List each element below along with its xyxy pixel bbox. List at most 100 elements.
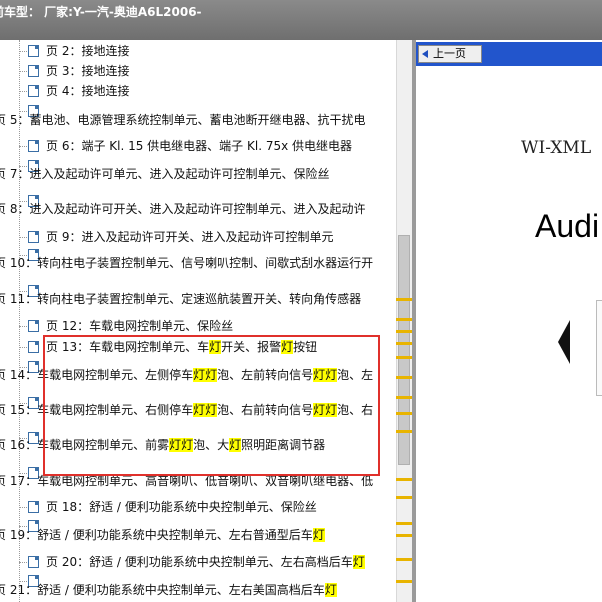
search-hit-marker (396, 318, 412, 321)
document-header: WI-XML (521, 138, 592, 158)
search-hit-marker (396, 496, 412, 499)
document-pane (416, 40, 602, 602)
tree-item[interactable]: 页 21：舒适 / 便利功能系统中央控制单元、左右美国高档后车灯 (0, 580, 337, 600)
search-hit-marker (396, 412, 412, 415)
tree-item[interactable]: 页 16：车载电网控制单元、前雾灯灯泡、大灯照明距离调节器 (0, 435, 325, 455)
tree-item-text: 页 21：舒适 / 便利功能系统中央控制单元、左右美国高档后车 (0, 583, 325, 597)
tree-item-text: 页 11：转向柱电子装置控制单元、定速巡航装置开关、转向角传感器 (0, 292, 362, 306)
page-document-icon (28, 140, 39, 152)
tree-item-text: 按钮 (293, 340, 318, 354)
tree-item[interactable]: 页 13：车载电网控制单元、车灯开关、报警灯按钮 (46, 337, 317, 357)
window-titlebar: 前车型： 厂家:Y-一汽-奥迪A6L2006- (0, 0, 602, 40)
page-back-arrow-icon[interactable] (558, 320, 570, 364)
tree-item[interactable]: 页 9：进入及起动许可开关、进入及起动许可控制单元 (46, 227, 333, 247)
search-hit-marker (396, 330, 412, 333)
tree-item-text: 页 7：进入及起动许可单元、进入及起动许可控制单元、保险丝 (0, 167, 330, 181)
tree-pane[interactable]: 页 2：接地连接页 3：接地连接页 4：接地连接页 5：蓄电池、电源管理系统控制… (0, 40, 396, 602)
arrow-left-icon (422, 50, 428, 58)
tree-item[interactable]: 页 2：接地连接 (46, 41, 129, 61)
page-document-icon (28, 320, 39, 332)
search-hit-marker (396, 534, 412, 537)
tree-item-text: 页 14：车载电网控制单元、左侧停车 (0, 368, 194, 382)
search-hit-marker (396, 298, 412, 301)
tree-item-text: 页 16：车载电网控制单元、前雾 (0, 438, 170, 452)
search-hit-marker (396, 396, 412, 399)
search-highlight: 灯灯 (193, 368, 218, 382)
tree-item[interactable]: 页 5：蓄电池、电源管理系统控制单元、蓄电池断开继电器、抗干扰电 (0, 110, 365, 130)
page-document-icon (28, 65, 39, 77)
tree-item-text: 页 6：端子 Kl. 15 供电继电器、端子 Kl. 75x 供电继电器 (46, 139, 353, 153)
tree-connector (19, 71, 27, 72)
tree-item-text: 页 4：接地连接 (46, 84, 130, 98)
search-highlight: 灯灯 (313, 368, 338, 382)
tree-item[interactable]: 页 20：舒适 / 便利功能系统中央控制单元、左右高档后车灯 (46, 552, 365, 572)
tree-item[interactable]: 页 10：转向柱电子装置控制单元、信号喇叭控制、间歇式刮水器运行开 (0, 253, 373, 273)
previous-page-button[interactable]: 上一页 (418, 45, 482, 63)
tree-item-text: 页 13：车载电网控制单元、车 (46, 340, 210, 354)
tree-item-text: 泡、左 (337, 368, 374, 382)
tree-item-text: 照明距离调节器 (241, 438, 326, 452)
search-hit-marker (396, 430, 412, 433)
tree-item-text: 泡、右前转向信号 (217, 403, 314, 417)
tree-item-text: 泡、大 (193, 438, 230, 452)
tree-item[interactable]: 页 4：接地连接 (46, 81, 129, 101)
search-highlight: 灯 (229, 438, 242, 452)
tree-item-text: 泡、左前转向信号 (217, 368, 314, 382)
tree-connector (19, 347, 27, 348)
search-hit-marker (396, 580, 412, 583)
tree-item-text: 页 19：舒适 / 便利功能系统中央控制单元、左右普通型后车 (0, 528, 313, 542)
tree-item[interactable]: 页 7：进入及起动许可单元、进入及起动许可控制单元、保险丝 (0, 164, 329, 184)
page-document-icon (28, 45, 39, 57)
tree-item[interactable]: 页 6：端子 Kl. 15 供电继电器、端子 Kl. 75x 供电继电器 (46, 136, 352, 156)
search-hit-marker (396, 376, 412, 379)
page-document-icon (28, 341, 39, 353)
tree-item-text: 页 2：接地连接 (46, 44, 130, 58)
tree-item-text: 页 18：舒适 / 便利功能系统中央控制单元、保险丝 (46, 500, 317, 514)
search-hit-marker (396, 558, 412, 561)
tree-connector (19, 91, 27, 92)
page-document-icon (28, 556, 39, 568)
tree-item[interactable]: 页 17：车载电网控制单元、高音喇叭、低音喇叭、双音喇叭继电器、低 (0, 471, 373, 491)
titlebar-text: 前车型： 厂家:Y-一汽-奥迪A6L2006- (0, 5, 202, 19)
tree-item-text: 页 8：进入及起动许可开关、进入及起动许可控制单元、进入及起动许 (0, 202, 366, 216)
tree-connector (19, 51, 27, 52)
tree-item[interactable]: 页 11：转向柱电子装置控制单元、定速巡航装置开关、转向角传感器 (0, 289, 361, 309)
page-document-icon (28, 501, 39, 513)
tree-item[interactable]: 页 19：舒适 / 便利功能系统中央控制单元、左右普通型后车灯 (0, 525, 325, 545)
search-highlight: 灯 (352, 555, 365, 569)
search-highlight: 灯灯 (169, 438, 194, 452)
tree-item-text: 页 15：车载电网控制单元、右侧停车 (0, 403, 194, 417)
search-highlight: 灯灯 (313, 403, 338, 417)
tree-connector (19, 562, 27, 563)
search-highlight: 灯灯 (193, 403, 218, 417)
tree-item[interactable]: 页 12：车载电网控制单元、保险丝 (46, 316, 233, 336)
tree-connector (19, 146, 27, 147)
page-document-icon (28, 231, 39, 243)
tree-item-text: 页 3：接地连接 (46, 64, 130, 78)
search-hit-marker (396, 342, 412, 345)
tree-item-text: 页 10：转向柱电子装置控制单元、信号喇叭控制、间歇式刮水器运行开 (0, 256, 374, 270)
tree-item-text: 页 9：进入及起动许可开关、进入及起动许可控制单元 (46, 230, 334, 244)
tree-item-text: 开关、报警 (221, 340, 282, 354)
search-hit-marker (396, 478, 412, 481)
tree-item[interactable]: 页 8：进入及起动许可开关、进入及起动许可控制单元、进入及起动许 (0, 199, 365, 219)
tree-item-text: 页 5：蓄电池、电源管理系统控制单元、蓄电池断开继电器、抗干扰电 (0, 113, 366, 127)
search-hit-marker (396, 356, 412, 359)
previous-page-label: 上一页 (433, 47, 466, 60)
tree-item[interactable]: 页 3：接地连接 (46, 61, 129, 81)
tree-item[interactable]: 页 18：舒适 / 便利功能系统中央控制单元、保险丝 (46, 497, 317, 517)
document-brand: Audi (535, 208, 600, 244)
tree-item[interactable]: 页 14：车载电网控制单元、左侧停车灯灯泡、左前转向信号灯灯泡、左 (0, 365, 373, 385)
tree-connector (19, 507, 27, 508)
tree-item-text: 页 20：舒适 / 便利功能系统中央控制单元、左右高档后车 (46, 555, 353, 569)
tree-item-text: 泡、右 (337, 403, 374, 417)
document-nav-panel (596, 300, 602, 396)
search-highlight: 灯 (324, 583, 337, 597)
search-highlight: 灯 (209, 340, 222, 354)
search-highlight: 灯 (312, 528, 325, 542)
tree-item[interactable]: 页 15：车载电网控制单元、右侧停车灯灯泡、右前转向信号灯灯泡、右 (0, 400, 373, 420)
search-hit-marker (396, 522, 412, 525)
search-highlight: 灯 (281, 340, 294, 354)
tree-item-text: 页 17：车载电网控制单元、高音喇叭、低音喇叭、双音喇叭继电器、低 (0, 474, 374, 488)
page-document-icon (28, 85, 39, 97)
